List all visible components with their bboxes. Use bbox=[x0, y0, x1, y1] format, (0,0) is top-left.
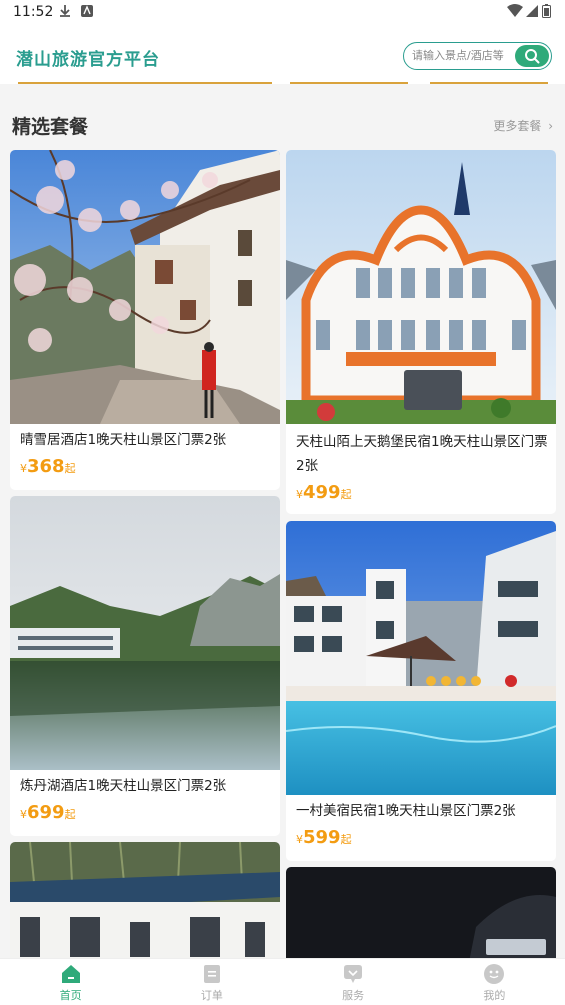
nav-label: 我的 bbox=[483, 989, 506, 1002]
package-name: 天柱山陌上天鹅堡民宿1晚天柱山景区门票2张 bbox=[296, 434, 548, 474]
battery-icon bbox=[542, 4, 551, 18]
featured-packages-header: 精选套餐 更多套餐 › bbox=[0, 100, 565, 144]
package-price: ¥599起 bbox=[296, 827, 352, 848]
service-icon bbox=[344, 965, 363, 983]
package-photo bbox=[10, 150, 280, 424]
profile-icon bbox=[484, 964, 505, 984]
more-packages-link[interactable]: 更多套餐 › bbox=[493, 117, 553, 134]
status-bar: 11:52 bbox=[0, 0, 565, 26]
nav-home[interactable]: 首页 bbox=[0, 959, 141, 1005]
order-icon bbox=[203, 965, 220, 983]
banner-edge bbox=[290, 82, 408, 84]
package-price: ¥368起 bbox=[20, 456, 76, 477]
price-symbol: ¥ bbox=[20, 808, 27, 821]
more-label: 更多套餐 bbox=[493, 119, 542, 133]
package-price: ¥499起 bbox=[296, 482, 352, 503]
banner-edge bbox=[18, 82, 272, 84]
bottom-nav: 首页 订单 服务 我的 bbox=[0, 958, 565, 1005]
price-value: 599 bbox=[303, 827, 341, 848]
package-name: 炼丹湖酒店1晚天柱山景区门票2张 bbox=[20, 778, 227, 794]
package-photo bbox=[10, 842, 280, 972]
price-unit: 起 bbox=[340, 488, 352, 501]
nav-service[interactable]: 服务 bbox=[283, 959, 424, 1005]
app-title: 潜山旅游官方平台 bbox=[16, 50, 160, 70]
search-icon bbox=[525, 49, 540, 64]
chevron-right-icon: › bbox=[548, 119, 553, 133]
price-unit: 起 bbox=[64, 462, 76, 475]
home-icon bbox=[61, 965, 80, 983]
package-card[interactable]: 一村美宿民宿1晚天柱山景区门票2张 ¥599起 bbox=[286, 521, 556, 861]
price-value: 499 bbox=[303, 482, 341, 503]
price-unit: 起 bbox=[64, 808, 76, 821]
notification-icon bbox=[81, 5, 93, 17]
package-photo bbox=[286, 521, 556, 795]
search-box[interactable] bbox=[403, 42, 552, 70]
package-photo bbox=[10, 496, 280, 770]
price-symbol: ¥ bbox=[20, 462, 27, 475]
package-name: 晴雪居酒店1晚天柱山景区门票2张 bbox=[20, 432, 227, 448]
download-icon bbox=[60, 5, 70, 17]
nav-profile[interactable]: 我的 bbox=[424, 959, 565, 1005]
price-symbol: ¥ bbox=[296, 488, 303, 501]
package-card[interactable]: 晴雪居酒店1晚天柱山景区门票2张 ¥368起 bbox=[10, 150, 280, 490]
signal-icon bbox=[526, 5, 538, 17]
nav-label: 服务 bbox=[342, 989, 365, 1002]
app-header: 潜山旅游官方平台 bbox=[0, 26, 565, 84]
package-name: 一村美宿民宿1晚天柱山景区门票2张 bbox=[296, 803, 516, 819]
banner-edge bbox=[430, 82, 548, 84]
price-symbol: ¥ bbox=[296, 833, 303, 846]
package-price: ¥699起 bbox=[20, 802, 76, 823]
status-time: 11:52 bbox=[13, 4, 54, 20]
package-card[interactable]: 炼丹湖酒店1晚天柱山景区门票2张 ¥699起 bbox=[10, 496, 280, 836]
nav-label: 订单 bbox=[200, 989, 223, 1002]
package-card[interactable] bbox=[10, 842, 280, 972]
nav-label: 首页 bbox=[59, 989, 82, 1002]
package-photo bbox=[286, 150, 556, 424]
nav-orders[interactable]: 订单 bbox=[141, 959, 282, 1005]
wifi-icon bbox=[507, 4, 523, 17]
price-value: 368 bbox=[27, 456, 65, 477]
search-button[interactable] bbox=[515, 45, 549, 67]
search-input[interactable] bbox=[412, 49, 512, 62]
section-title: 精选套餐 bbox=[12, 116, 89, 138]
price-unit: 起 bbox=[340, 833, 352, 846]
price-value: 699 bbox=[27, 802, 65, 823]
package-card[interactable]: 天柱山陌上天鹅堡民宿1晚天柱山景区门票2张 ¥499起 bbox=[286, 150, 556, 514]
